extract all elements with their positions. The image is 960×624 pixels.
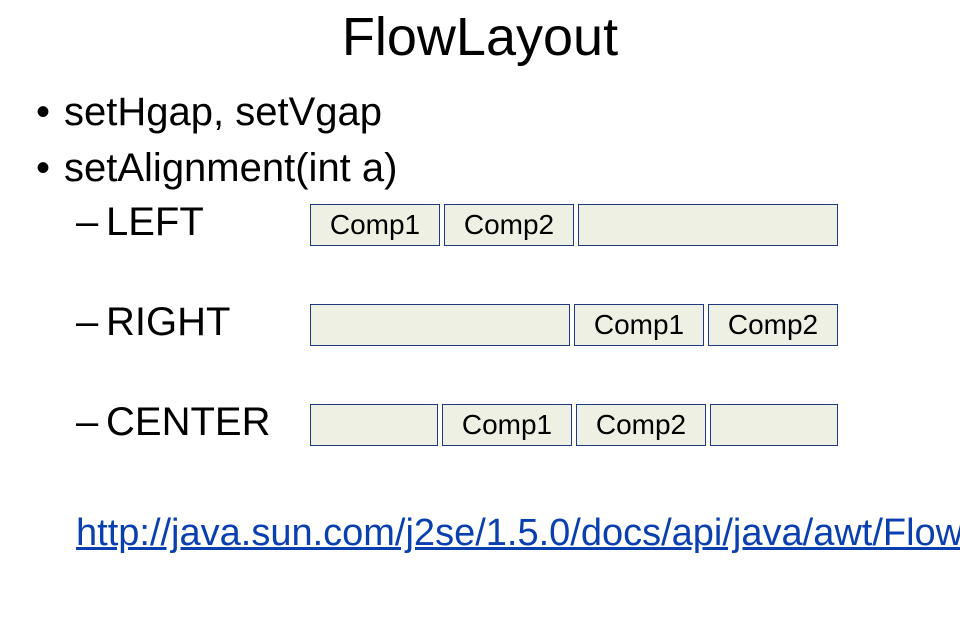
empty-space xyxy=(578,204,838,246)
doc-link[interactable]: http://java.sun.com/j2se/1.5.0/docs/api/… xyxy=(76,512,960,554)
label-center: CENTER xyxy=(106,400,270,444)
comp-box: Comp2 xyxy=(444,204,574,246)
empty-space xyxy=(310,404,438,446)
bullet-dot-icon: • xyxy=(36,146,64,191)
bullet-dash-icon: – xyxy=(76,400,106,445)
container-left: Comp1 Comp2 xyxy=(310,204,838,246)
comp-box: Comp1 xyxy=(574,304,704,346)
comp-box: Comp1 xyxy=(310,204,440,246)
doc-link-wrapper: http://java.sun.com/j2se/1.5.0/docs/api/… xyxy=(76,510,920,558)
bullet-sethgap: •setHgap, setVgap xyxy=(36,90,382,135)
bullet-left: –LEFT xyxy=(76,200,204,245)
label-right: RIGHT xyxy=(106,300,230,344)
slide-title: FlowLayout xyxy=(0,6,960,68)
slide: FlowLayout •setHgap, setVgap •setAlignme… xyxy=(0,0,960,624)
bullet-right: –RIGHT xyxy=(76,300,230,345)
bullet-dash-icon: – xyxy=(76,200,106,245)
bullet-setalignment: •setAlignment(int a) xyxy=(36,146,397,191)
bullet-dash-icon: – xyxy=(76,300,106,345)
comp-box: Comp1 xyxy=(442,404,572,446)
comp-box: Comp2 xyxy=(708,304,838,346)
bullet-center: –CENTER xyxy=(76,400,270,445)
bullet-text: setAlignment(int a) xyxy=(64,146,397,190)
empty-space xyxy=(710,404,838,446)
empty-space xyxy=(310,304,570,346)
label-left: LEFT xyxy=(106,200,204,244)
container-right: Comp1 Comp2 xyxy=(310,304,838,346)
container-center: Comp1 Comp2 xyxy=(310,404,838,446)
bullet-text: setHgap, setVgap xyxy=(64,90,382,134)
bullet-dot-icon: • xyxy=(36,90,64,135)
comp-box: Comp2 xyxy=(576,404,706,446)
